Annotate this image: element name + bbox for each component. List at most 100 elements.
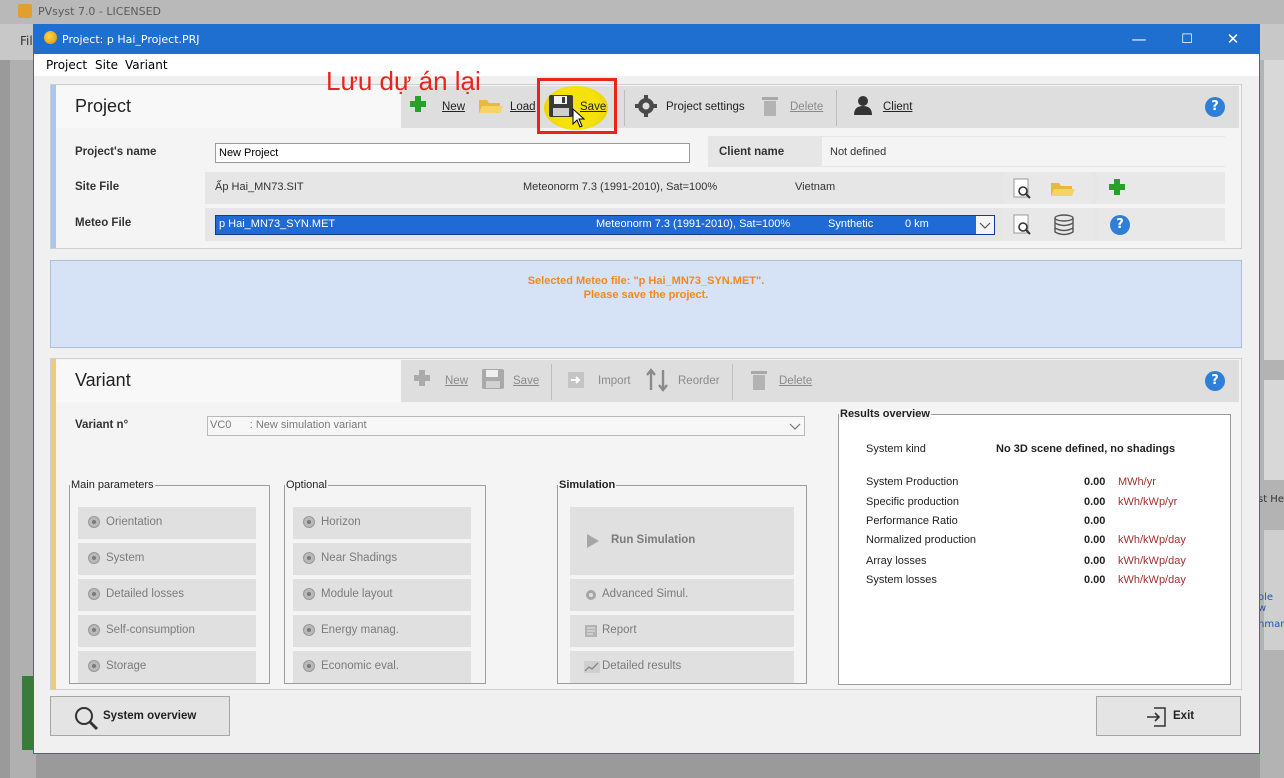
variant-delete-button[interactable]: Delete (779, 375, 812, 387)
meteo-file-select[interactable]: p Hai_MN73_SYN.MET Meteonorm 7.3 (1991-2… (215, 215, 995, 235)
background-right-panel (1260, 60, 1284, 778)
energy-management-button[interactable]: Energy manag. (293, 615, 471, 647)
site-new-plus-icon[interactable] (1107, 177, 1127, 197)
new-project-button[interactable]: New (442, 101, 465, 113)
detailed-losses-button[interactable]: Detailed losses (78, 579, 256, 611)
optional-legend: Optional (286, 479, 327, 491)
site-open-folder-icon[interactable] (1050, 179, 1076, 199)
variant-reorder-button[interactable]: Reorder (678, 375, 720, 387)
result-value: 0.00 (1084, 574, 1106, 586)
site-view-magnifier-icon[interactable] (1013, 178, 1033, 200)
message-text: Selected Meteo file: "p Hai_MN73_SYN.MET… (50, 274, 1242, 302)
radio-indicator (88, 660, 100, 672)
minimize-button[interactable]: — (1116, 27, 1162, 52)
meteo-view-magnifier-icon[interactable] (1013, 214, 1033, 236)
orientation-button[interactable]: Orientation (78, 507, 256, 539)
background-right-link[interactable]: nmari (1258, 619, 1284, 630)
result-value: 0.00 (1084, 555, 1106, 567)
orientation-label: Orientation (106, 516, 163, 528)
optional-group: Optional Horizon Near Shadings Module la… (284, 479, 486, 684)
background-menu-file[interactable]: Fil (20, 34, 33, 48)
variant-import-button[interactable]: Import (598, 375, 631, 387)
economic-evaluation-label: Economic eval. (321, 660, 399, 672)
storage-button[interactable]: Storage (78, 651, 256, 683)
self-consumption-button[interactable]: Self-consumption (78, 615, 256, 647)
radio-indicator (88, 552, 100, 564)
annotation-label: Lưu dự án lại (326, 66, 481, 96)
client-button[interactable]: Client (883, 101, 912, 113)
module-layout-button[interactable]: Module layout (293, 579, 471, 611)
report-document-icon (584, 624, 598, 638)
system-button[interactable]: System (78, 543, 256, 575)
background-title-bar: PVsyst 7.0 - LICENSED (0, 0, 1284, 24)
delete-project-button[interactable]: Delete (790, 101, 823, 113)
project-settings-button[interactable]: Project settings (666, 101, 745, 113)
variant-save-button[interactable]: Save (513, 375, 539, 387)
horizon-button[interactable]: Horizon (293, 507, 471, 539)
run-simulation-button[interactable]: Run Simulation (570, 507, 794, 575)
system-overview-button[interactable]: System overview (50, 696, 230, 736)
background-right-link[interactable]: ole w (1258, 592, 1284, 614)
storage-label: Storage (106, 660, 147, 672)
module-layout-label: Module layout (321, 588, 393, 600)
self-consumption-label: Self-consumption (106, 624, 195, 636)
horizon-label: Horizon (321, 516, 361, 528)
site-file-label: Site File (75, 181, 120, 193)
save-floppy-icon[interactable] (548, 94, 574, 118)
project-name-label: Project's name (75, 146, 157, 158)
result-value: 0.00 (1084, 496, 1106, 508)
system-kind-value: No 3D scene defined, no shadings (996, 443, 1176, 455)
variant-select[interactable]: VC0 : New simulation variant (207, 416, 805, 436)
close-button[interactable]: ✕ (1210, 27, 1256, 52)
menu-variant[interactable]: Variant (125, 58, 168, 72)
advanced-simulation-button[interactable]: Advanced Simul. (570, 579, 794, 611)
toolbar-separator (551, 364, 552, 400)
variant-panel-stripe (51, 359, 56, 689)
maximize-button[interactable]: ☐ (1164, 27, 1210, 52)
meteo-database-icon[interactable] (1053, 214, 1075, 236)
project-help-icon[interactable]: ? (1205, 97, 1225, 117)
simulation-legend: Simulation (559, 479, 616, 491)
radio-indicator (303, 588, 315, 600)
result-label: Performance Ratio (866, 515, 958, 527)
new-project-icon[interactable] (408, 94, 428, 114)
report-label: Report (602, 624, 637, 636)
near-shadings-button[interactable]: Near Shadings (293, 543, 471, 575)
main-parameters-legend: Main parameters (71, 479, 154, 491)
variant-select-value: VC0 : New simulation variant (210, 419, 367, 431)
meteo-source: Meteonorm 7.3 (1991-2010), Sat=100% (596, 218, 791, 230)
background-title: PVsyst 7.0 - LICENSED (38, 5, 162, 18)
result-label: System losses (866, 574, 937, 586)
detailed-results-button[interactable]: Detailed results (570, 651, 794, 683)
toolbar-separator (836, 90, 837, 126)
window-title-bar[interactable]: Project: p Hai_Project.PRJ — ☐ ✕ (34, 25, 1259, 54)
system-kind-label: System kind (866, 443, 926, 455)
client-person-icon[interactable] (853, 95, 873, 115)
exit-button[interactable]: Exit (1096, 696, 1241, 736)
variant-help-icon[interactable]: ? (1205, 371, 1225, 391)
meteo-help-icon[interactable]: ? (1110, 215, 1130, 235)
variant-panel-title: Variant (75, 370, 131, 390)
site-country: Vietnam (795, 181, 836, 193)
menu-project[interactable]: Project (46, 58, 87, 72)
load-folder-icon[interactable] (478, 96, 504, 116)
load-project-button[interactable]: Load (510, 101, 536, 113)
economic-evaluation-button[interactable]: Economic eval. (293, 651, 471, 683)
variant-new-plus-icon (412, 368, 432, 388)
system-overview-label: System overview (103, 710, 197, 722)
chevron-down-icon[interactable] (976, 216, 994, 234)
report-button[interactable]: Report (570, 615, 794, 647)
message-line-1: Selected Meteo file: "p Hai_MN73_SYN.MET… (527, 275, 765, 287)
toolbar-separator (732, 364, 733, 400)
result-unit: kWh/kWp/day (1118, 574, 1186, 586)
client-name-label: Client name (719, 146, 785, 158)
project-name-input[interactable] (215, 143, 690, 163)
menu-site[interactable]: Site (95, 58, 118, 72)
import-icon (566, 370, 586, 390)
main-parameters-group: Main parameters Orientation System Detai… (69, 479, 270, 684)
variant-new-button[interactable]: New (445, 375, 468, 387)
settings-gear-icon[interactable] (635, 95, 657, 117)
results-overview-group: Results overview System kind No 3D scene… (838, 408, 1231, 685)
chevron-down-icon[interactable] (786, 417, 804, 435)
pvsyst-sun-icon (44, 31, 57, 44)
